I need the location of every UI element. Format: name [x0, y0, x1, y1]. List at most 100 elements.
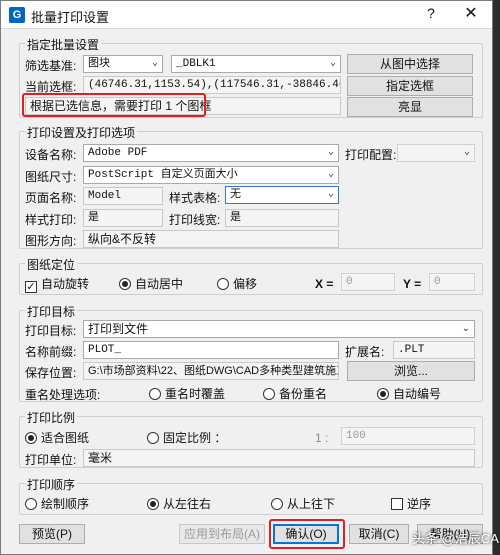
checkbox-unchecked-icon — [391, 498, 403, 510]
print-unit-field: 毫米 — [83, 449, 475, 467]
offset-label: 偏移 — [233, 277, 258, 291]
radio-unselected-icon — [217, 278, 229, 290]
x-offset-field[interactable]: 0 — [341, 273, 395, 291]
overwrite-radio[interactable]: 重名时覆盖 — [149, 385, 225, 402]
radio-selected-icon — [147, 498, 159, 510]
batch-print-dialog: G 批量打印设置 ? ✕ 指定批量设置 筛选基准: 图块 ⌄ _DBLK1 ⌄ … — [0, 0, 493, 555]
device-label: 设备名称: — [25, 148, 77, 162]
radio-unselected-icon — [25, 498, 37, 510]
radio-unselected-icon — [149, 388, 161, 400]
paper-size-select[interactable]: PostScript 自定义页面大小 ⌄ — [83, 166, 339, 184]
background-strip — [493, 0, 500, 555]
style-table-select-value: 无 — [230, 189, 241, 201]
y-label: Y = — [403, 277, 422, 291]
filter-select[interactable]: 图块 ⌄ — [83, 55, 163, 73]
highlight-button[interactable]: 亮显 — [347, 97, 473, 117]
fit-paper-label: 适合图纸 — [41, 431, 90, 445]
window-title: 批量打印设置 — [31, 10, 110, 25]
y-offset-field[interactable]: 0 — [429, 273, 475, 291]
checkbox-checked-icon: ✓ — [25, 281, 37, 293]
backup-label: 备份重名 — [279, 387, 328, 401]
browse-button[interactable]: 浏览... — [347, 361, 475, 381]
left-to-right-radio[interactable]: 从左往右 — [147, 495, 211, 512]
target-select[interactable]: 打印到文件 ⌄ — [83, 320, 475, 338]
orientation-label: 图形方向: — [25, 234, 77, 248]
save-location-label: 保存位置: — [25, 366, 77, 380]
auto-number-radio[interactable]: 自动编号 — [377, 385, 441, 402]
device-select[interactable]: Adobe PDF ⌄ — [83, 144, 339, 162]
top-to-bottom-radio[interactable]: 从上往下 — [271, 495, 335, 512]
fixed-scale-label: 固定比例 ： — [163, 431, 227, 445]
auto-number-label: 自动编号 — [393, 387, 442, 401]
block-select-value: _DBLK1 — [176, 58, 216, 70]
ok-highlight-box — [269, 519, 345, 549]
chevron-down-icon: ⌄ — [327, 169, 334, 180]
paper-size-select-value: PostScript 自定义页面大小 — [88, 169, 238, 181]
batch-settings-label: 指定批量设置 — [25, 36, 102, 53]
radio-unselected-icon — [271, 498, 283, 510]
radio-unselected-icon — [147, 432, 159, 444]
close-icon[interactable]: ✕ — [459, 3, 483, 23]
name-prefix-input[interactable]: PLOT_ — [83, 341, 339, 359]
left-to-right-label: 从左往右 — [163, 497, 212, 511]
gstarcad-logo-icon: G — [9, 7, 25, 23]
radio-selected-icon — [119, 278, 131, 290]
select-frame-button[interactable]: 指定选框 — [347, 76, 473, 96]
page-name-field: Model — [83, 187, 163, 205]
radio-selected-icon — [25, 432, 37, 444]
fit-paper-radio[interactable]: 适合图纸 — [25, 429, 89, 446]
draw-order-radio[interactable]: 绘制顺序 — [25, 495, 89, 512]
target-label: 打印目标: — [25, 324, 77, 338]
print-unit-label: 打印单位: — [25, 453, 77, 467]
watermark: 头条 @浩辰CAD — [412, 531, 500, 546]
filter-label: 筛选基准: — [25, 59, 77, 73]
chevron-down-icon: ⌄ — [327, 189, 334, 200]
reverse-checkbox[interactable]: 逆序 — [391, 495, 431, 512]
placement-label: 图纸定位 — [25, 256, 78, 273]
apply-layout-button[interactable]: 应用到布局(A) — [179, 524, 265, 544]
scale-ratio-prefix: 1 : — [315, 431, 329, 445]
paper-size-label: 图纸尺寸: — [25, 170, 77, 184]
reverse-label: 逆序 — [407, 497, 432, 511]
block-select[interactable]: _DBLK1 ⌄ — [171, 55, 341, 73]
style-table-select[interactable]: 无 ⌄ — [225, 186, 339, 204]
lineweight-label: 打印线宽: — [169, 213, 221, 227]
radio-unselected-icon — [263, 388, 275, 400]
save-location-field: G:\市场部资料\22、图纸DWG\CAD多种类型建筑施工图 — [83, 362, 339, 380]
style-table-label: 样式表格: — [169, 191, 221, 205]
print-order-label: 打印顺序 — [25, 476, 78, 493]
target-select-value: 打印到文件 — [88, 322, 149, 336]
offset-radio[interactable]: 偏移 — [217, 275, 257, 292]
backup-radio[interactable]: 备份重名 — [263, 385, 327, 402]
help-icon[interactable]: ? — [421, 5, 441, 21]
auto-rotate-checkbox[interactable]: ✓ 自动旋转 — [25, 275, 89, 293]
rename-option-label: 重名处理选项: — [25, 388, 101, 402]
info-highlight-box — [22, 93, 206, 117]
lineweight-field: 是 — [225, 209, 339, 227]
extension-field: .PLT — [393, 341, 475, 359]
chevron-down-icon: ⌄ — [327, 147, 334, 158]
auto-center-label: 自动居中 — [135, 277, 184, 291]
chevron-down-icon: ⌄ — [463, 147, 470, 158]
config-select[interactable]: ⌄ — [397, 144, 475, 162]
auto-rotate-label: 自动旋转 — [41, 277, 90, 291]
name-prefix-label: 名称前缀: — [25, 345, 77, 359]
draw-order-label: 绘制顺序 — [41, 497, 90, 511]
scale-ratio-field[interactable]: 100 — [341, 427, 475, 445]
chevron-down-icon: ⌄ — [329, 58, 336, 69]
radio-selected-icon — [377, 388, 389, 400]
auto-center-radio[interactable]: 自动居中 — [119, 275, 183, 292]
x-label: X = — [315, 277, 334, 291]
fixed-scale-radio[interactable]: 固定比例 ： — [147, 429, 226, 446]
preview-button[interactable]: 预览(P) — [19, 524, 85, 544]
print-settings-label: 打印设置及打印选项 — [25, 124, 138, 141]
top-to-bottom-label: 从上往下 — [287, 497, 336, 511]
title-bar[interactable]: G 批量打印设置 ? ✕ — [1, 1, 492, 29]
style-print-field: 是 — [83, 209, 163, 227]
cancel-button[interactable]: 取消(C) — [349, 524, 409, 544]
current-selection-field: (46746.31,1153.54),(117546.31,-38846.46) — [83, 76, 341, 94]
config-label: 打印配置: — [345, 148, 397, 162]
print-scale-label: 打印比例 — [25, 409, 78, 426]
pick-from-drawing-button[interactable]: 从图中选择 — [347, 54, 473, 74]
print-target-label: 打印目标 — [25, 303, 78, 320]
